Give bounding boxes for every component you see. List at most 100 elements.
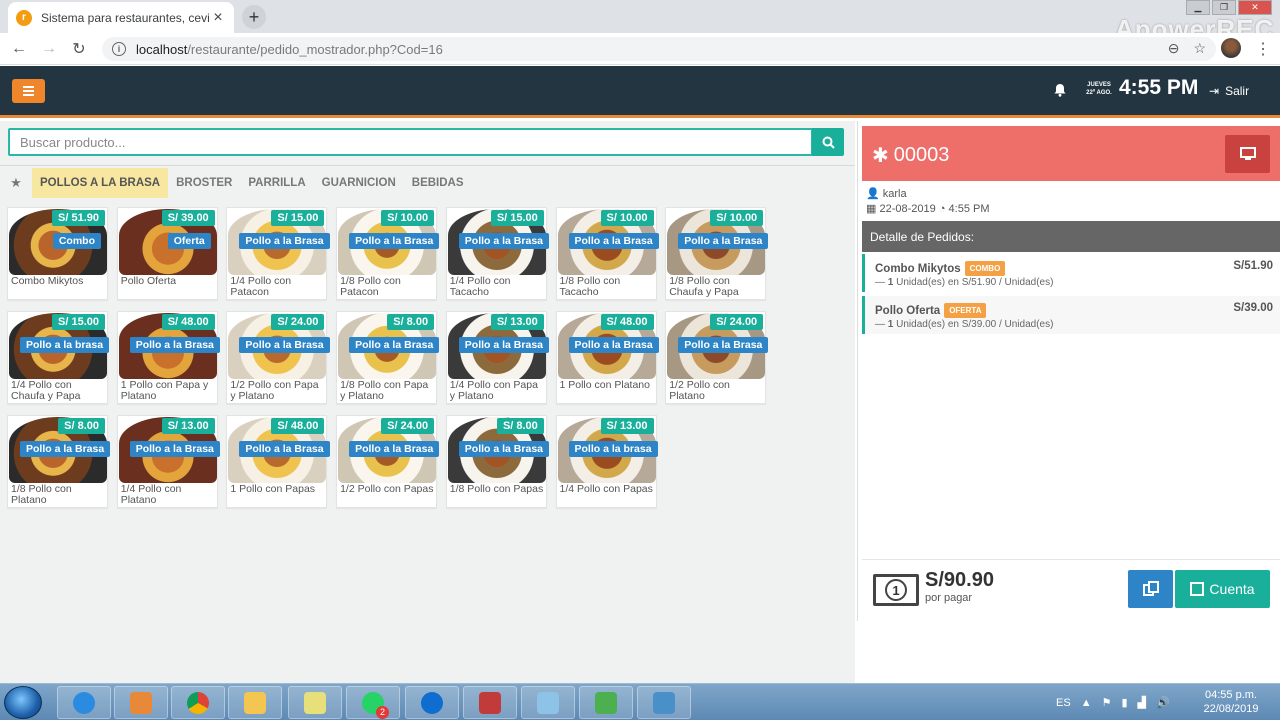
flag-icon[interactable]: ⚑ xyxy=(1102,696,1112,709)
product-card[interactable]: S/ 8.00 Pollo a la Brasa 1/8 Pollo con Pap… xyxy=(445,415,549,508)
divider xyxy=(0,165,855,166)
new-tab-button[interactable]: + xyxy=(242,5,266,29)
browser-tabbar: r Sistema para restaurantes, cevich × + … xyxy=(0,0,1280,44)
receipt-icon xyxy=(1190,582,1205,596)
whatsapp-badge: 2 xyxy=(376,705,389,719)
product-name: 1/4 Pollo con Patacon xyxy=(230,275,292,298)
notes-icon[interactable] xyxy=(288,686,342,719)
product-name: 1/8 Pollo con Chaufa y Papa xyxy=(669,275,739,298)
product-category-tag: Combo xyxy=(52,233,101,249)
product-category-tag: Pollo a la Brasa xyxy=(129,441,220,457)
product-card[interactable]: S/ 10.00 Pollo a la Brasa 1/8 Pollo con Ta… xyxy=(555,207,659,300)
product-card[interactable]: S/ 13.00 Pollo a la Brasa 1/4 Pollo con Pa… xyxy=(445,311,549,404)
bookmark-star-icon[interactable]: ☆ xyxy=(1193,40,1206,57)
chrome-icon[interactable] xyxy=(171,686,225,719)
explorer-icon[interactable] xyxy=(228,686,282,719)
product-price: S/ 24.00 xyxy=(710,314,764,330)
product-category-tag: Pollo a la Brasa xyxy=(678,233,769,249)
monitor-icon xyxy=(1239,147,1256,160)
taskbar-clock[interactable]: 04:55 p.m. 22/08/2019 xyxy=(1196,688,1266,716)
tab-title: Sistema para restaurantes, cevich xyxy=(41,10,210,25)
tray-arrow-icon[interactable]: ▲ xyxy=(1081,697,1092,709)
battery-icon[interactable]: ▮ xyxy=(1121,696,1127,709)
media-player-icon[interactable] xyxy=(114,686,168,719)
product-card[interactable]: S/ 48.00 Pollo a la Brasa 1 Pollo con Papa… xyxy=(116,311,220,404)
category-tab[interactable]: BEBIDAS xyxy=(404,168,472,198)
product-card[interactable]: S/ 51.90 Combo Combo Mikytos xyxy=(7,207,108,300)
product-card[interactable]: S/ 15.00 Pollo a la Brasa 1/4 Pollo con Ta… xyxy=(445,207,549,300)
logout-button[interactable]: ⇥ Salir xyxy=(1209,84,1249,98)
product-name: Pollo Oferta xyxy=(120,275,177,287)
calendar-icon: ▦ xyxy=(866,203,877,215)
language-indicator[interactable]: ES xyxy=(1056,697,1071,709)
product-category-tag: Pollo a la Brasa xyxy=(349,441,440,457)
browser-menu-icon[interactable]: ⋮ xyxy=(1255,39,1271,59)
order-item-name-row: Combo Mikytos COMBO xyxy=(875,261,1006,276)
product-name: 1/4 Pollo con Papas xyxy=(559,483,653,495)
address-bar[interactable]: i localhost/restaurante/pedido_mostrador… xyxy=(102,37,1216,61)
image-viewer-icon[interactable] xyxy=(637,686,691,719)
minimize-button[interactable]: ▁ xyxy=(1186,0,1210,15)
order-item-price: S/51.90 xyxy=(1233,260,1273,272)
product-card[interactable]: S/ 15.00 Pollo a la brasa 1/4 Pollo con Ch… xyxy=(7,311,110,404)
tab-close-icon[interactable]: × xyxy=(210,9,226,27)
whatsapp-icon[interactable]: 2 xyxy=(346,686,400,719)
search-button[interactable] xyxy=(812,128,844,156)
close-window-button[interactable]: ✕ xyxy=(1238,0,1272,15)
favorites-star-icon[interactable]: ★ xyxy=(0,175,32,191)
maximize-button[interactable]: ❐ xyxy=(1212,0,1236,15)
product-card[interactable]: S/ 48.00 Pollo a la Brasa 1 Pollo con Plat… xyxy=(555,311,659,404)
search-input[interactable]: Buscar producto... xyxy=(8,128,813,156)
product-price: S/ 24.00 xyxy=(271,314,325,330)
account-button-label: Cuenta xyxy=(1209,581,1255,597)
product-price: S/ 51.90 xyxy=(52,210,105,226)
forward-arrow-icon[interactable]: → xyxy=(34,40,64,58)
product-card[interactable]: S/ 13.00 Pollo a la brasa 1/4 Pollo con Pa… xyxy=(555,415,658,508)
copy-order-button[interactable] xyxy=(1128,570,1173,608)
product-card[interactable]: S/ 13.00 Pollo a la Brasa 1/4 Pollo con Pl… xyxy=(116,415,220,508)
reload-icon[interactable]: ↻ xyxy=(64,39,94,59)
order-footer: 1 S/90.90 por pagar Cuenta xyxy=(862,559,1280,621)
category-tab[interactable]: POLLOS A LA BRASA xyxy=(32,168,169,198)
product-card[interactable]: S/ 24.00 Pollo a la Brasa 1/2 Pollo con Pl… xyxy=(665,311,769,404)
order-item-desc-row: — 1 Unidad(es) en S/39.00 / Unidad(es) xyxy=(875,319,1054,330)
order-item[interactable]: Combo Mikytos COMBO — 1 Unidad(es) en S/… xyxy=(862,254,1280,292)
profile-avatar[interactable] xyxy=(1221,38,1241,58)
teamviewer-icon[interactable] xyxy=(405,686,459,719)
order-item-name: Combo Mikytos xyxy=(875,262,961,275)
product-card[interactable]: S/ 8.00 Pollo a la Brasa 1/8 Pollo con Pap… xyxy=(336,311,440,404)
bell-icon[interactable] xyxy=(1053,83,1067,97)
monitor-button[interactable] xyxy=(1225,135,1270,173)
product-category-tag: Pollo a la Brasa xyxy=(349,337,440,353)
hamburger-menu-button[interactable] xyxy=(12,79,45,103)
order-item[interactable]: Pollo Oferta OFERTA — 1 Unidad(es) en S/… xyxy=(862,296,1280,334)
signal-icon[interactable]: ▟ xyxy=(1138,696,1146,709)
category-tab[interactable]: GUARNICION xyxy=(314,168,404,198)
snipping-tool-icon[interactable] xyxy=(463,686,517,719)
product-name: 1 Pollo con Papa y Platano xyxy=(120,379,209,402)
product-card[interactable]: S/ 48.00 Pollo a la Brasa 1 Pollo con Papa… xyxy=(226,415,330,508)
site-info-icon[interactable]: i xyxy=(112,42,126,56)
product-category-tag: Pollo a la Brasa xyxy=(239,233,330,249)
product-price: S/ 24.00 xyxy=(381,418,435,434)
start-button[interactable] xyxy=(4,686,42,719)
category-tab[interactable]: BROSTER xyxy=(168,168,240,198)
editor-icon[interactable] xyxy=(521,686,575,719)
browser-tab[interactable]: r Sistema para restaurantes, cevich × xyxy=(8,2,234,33)
back-arrow-icon[interactable]: ← xyxy=(4,40,34,58)
url-host: localhost xyxy=(136,41,188,57)
product-card[interactable]: S/ 39.00 Oferta Pollo Oferta xyxy=(116,207,218,300)
zoom-icon[interactable]: ⊖ xyxy=(1168,40,1180,57)
volume-icon[interactable]: 🔊 xyxy=(1156,696,1170,709)
product-price: S/ 39.00 xyxy=(161,210,215,226)
product-card[interactable]: S/ 15.00 Pollo a la Brasa 1/4 Pollo con Pa… xyxy=(226,207,330,300)
product-card[interactable]: S/ 24.00 Pollo a la Brasa 1/2 Pollo con Pa… xyxy=(226,311,330,404)
project-icon[interactable] xyxy=(579,686,633,719)
ie-icon[interactable] xyxy=(57,686,111,719)
product-card[interactable]: S/ 24.00 Pollo a la Brasa 1/2 Pollo con Pa… xyxy=(336,415,440,508)
product-card[interactable]: S/ 10.00 Pollo a la Brasa 1/8 Pollo con Ch… xyxy=(665,207,769,300)
product-card[interactable]: S/ 8.00 Pollo a la Brasa 1/8 Pollo con Pla… xyxy=(7,415,111,508)
product-card[interactable]: S/ 10.00 Pollo a la Brasa 1/8 Pollo con Pa… xyxy=(336,207,440,300)
category-tab[interactable]: PARRILLA xyxy=(240,168,313,198)
account-button[interactable]: Cuenta xyxy=(1175,570,1270,608)
